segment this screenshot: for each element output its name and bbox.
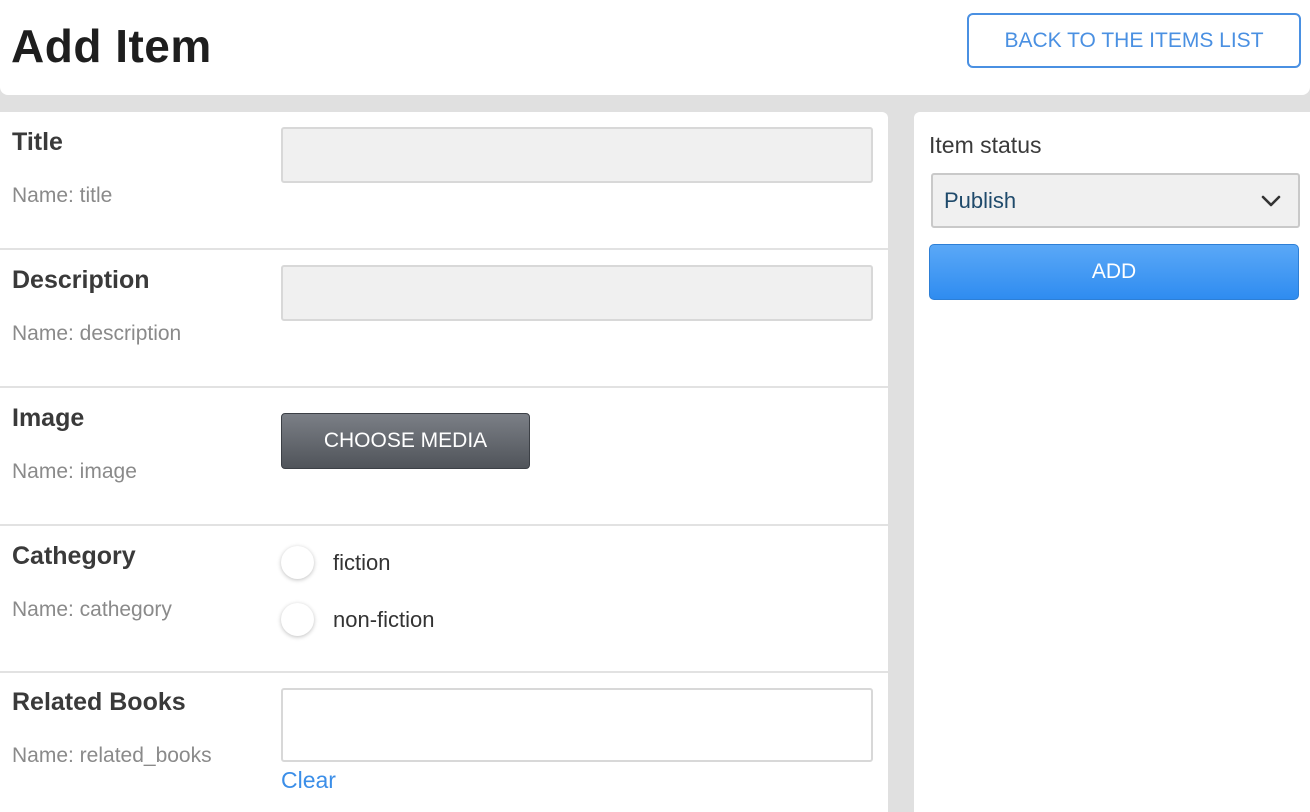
- radio-label-non-fiction: non-fiction: [333, 606, 435, 632]
- choose-media-button[interactable]: CHOOSE MEDIA: [281, 413, 530, 469]
- field-row-description: Description Name: description: [0, 250, 888, 388]
- item-status-value: Publish: [944, 187, 1017, 213]
- field-row-cathegory: Cathegory Name: cathegory fiction non-fi…: [0, 526, 888, 673]
- publish-sidebar: Item status Publish ADD: [914, 112, 1310, 812]
- radio-button-fiction[interactable]: [281, 546, 314, 579]
- field-label-image: Image: [12, 404, 85, 432]
- radio-option-fiction[interactable]: fiction: [281, 546, 390, 579]
- description-input[interactable]: [281, 265, 873, 321]
- add-button[interactable]: ADD: [929, 244, 1299, 300]
- related-books-input[interactable]: [281, 688, 873, 762]
- fields-panel: Title Name: title Description Name: desc…: [0, 112, 888, 812]
- field-name-title: Name: title: [12, 184, 113, 207]
- radio-option-non-fiction[interactable]: non-fiction: [281, 603, 435, 636]
- field-label-title: Title: [12, 128, 63, 156]
- chevron-down-icon: [1261, 195, 1281, 207]
- page-header: Add Item BACK TO THE ITEMS LIST: [0, 0, 1310, 95]
- field-name-description: Name: description: [12, 322, 182, 345]
- field-name-related-books: Name: related_books: [12, 744, 212, 767]
- field-row-title: Title Name: title: [0, 112, 888, 250]
- field-row-related-books: Related Books Name: related_books Clear: [0, 673, 888, 812]
- radio-button-non-fiction[interactable]: [281, 603, 314, 636]
- field-row-image: Image Name: image CHOOSE MEDIA: [0, 388, 888, 526]
- field-name-cathegory: Name: cathegory: [12, 598, 172, 621]
- field-label-description: Description: [12, 266, 150, 294]
- field-label-related-books: Related Books: [12, 688, 186, 716]
- item-status-label: Item status: [929, 132, 1042, 158]
- page-title: Add Item: [11, 20, 212, 72]
- field-label-cathegory: Cathegory: [12, 542, 136, 570]
- back-to-items-list-button[interactable]: BACK TO THE ITEMS LIST: [967, 13, 1301, 68]
- field-name-image: Name: image: [12, 460, 137, 483]
- clear-related-books-link[interactable]: Clear: [281, 767, 336, 794]
- item-status-select[interactable]: Publish: [931, 173, 1300, 228]
- radio-label-fiction: fiction: [333, 549, 391, 575]
- title-input[interactable]: [281, 127, 873, 183]
